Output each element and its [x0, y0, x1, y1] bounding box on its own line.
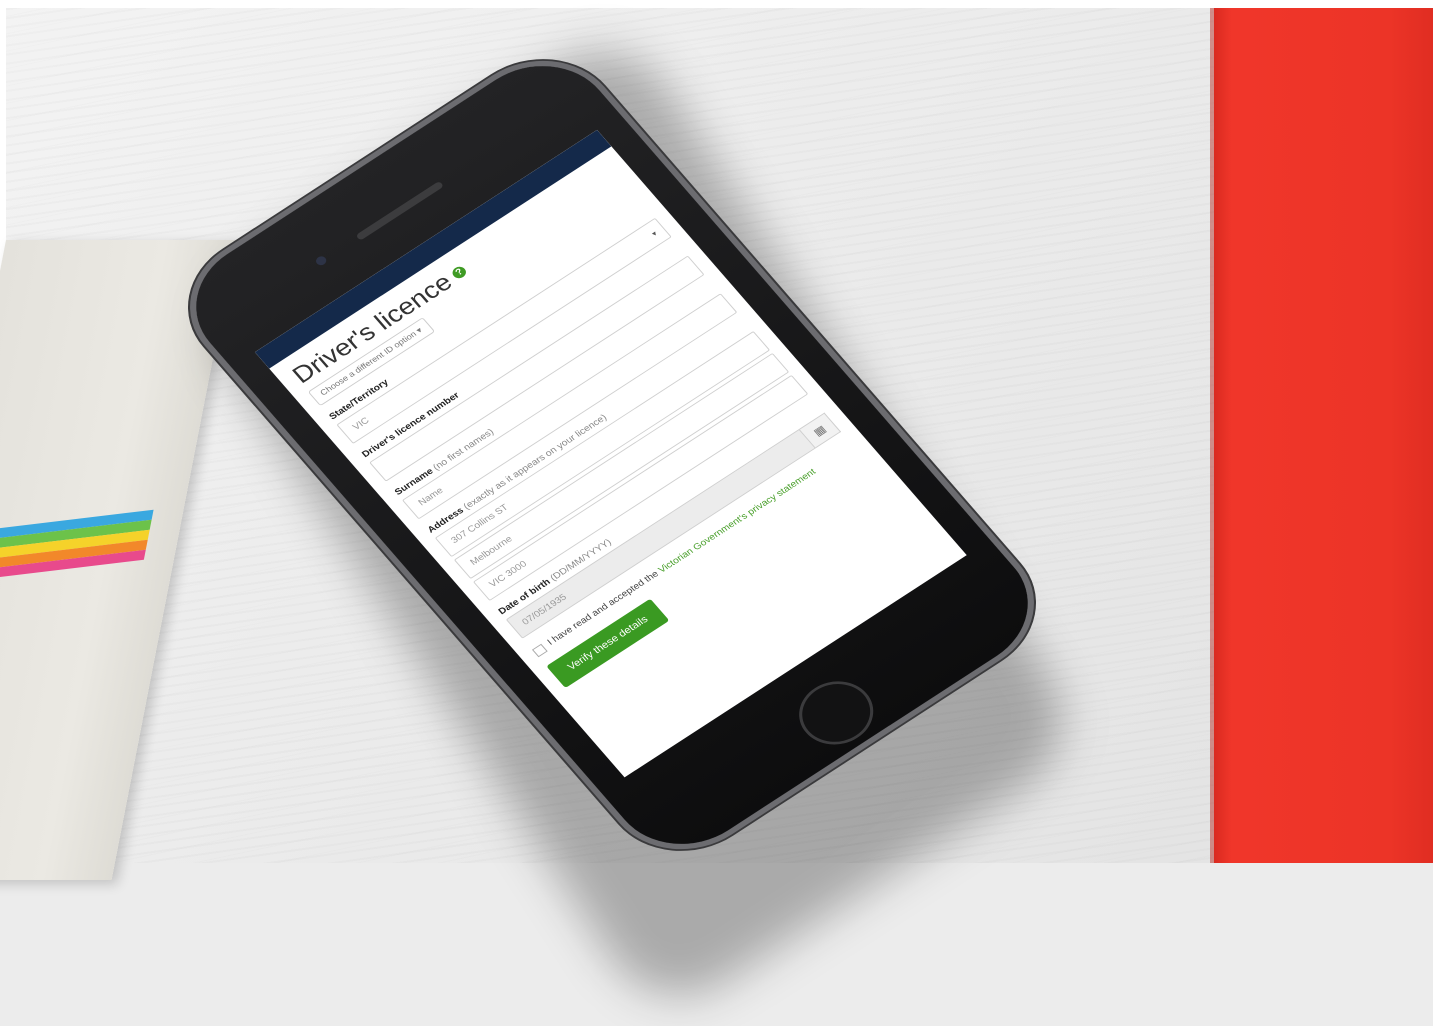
consent-checkbox[interactable]	[531, 643, 548, 658]
caret-down-icon: ▾	[414, 325, 425, 335]
state-value: VIC	[350, 415, 372, 433]
earpiece-speaker	[355, 180, 445, 241]
consent-row: I have read and accepted the Victorian G…	[531, 441, 858, 658]
help-circle-icon[interactable]: ?	[450, 264, 469, 281]
frame-border-top	[0, 0, 1433, 8]
front-camera	[313, 254, 329, 267]
caret-down-icon: ▾	[650, 229, 659, 238]
red-book	[1214, 8, 1433, 863]
